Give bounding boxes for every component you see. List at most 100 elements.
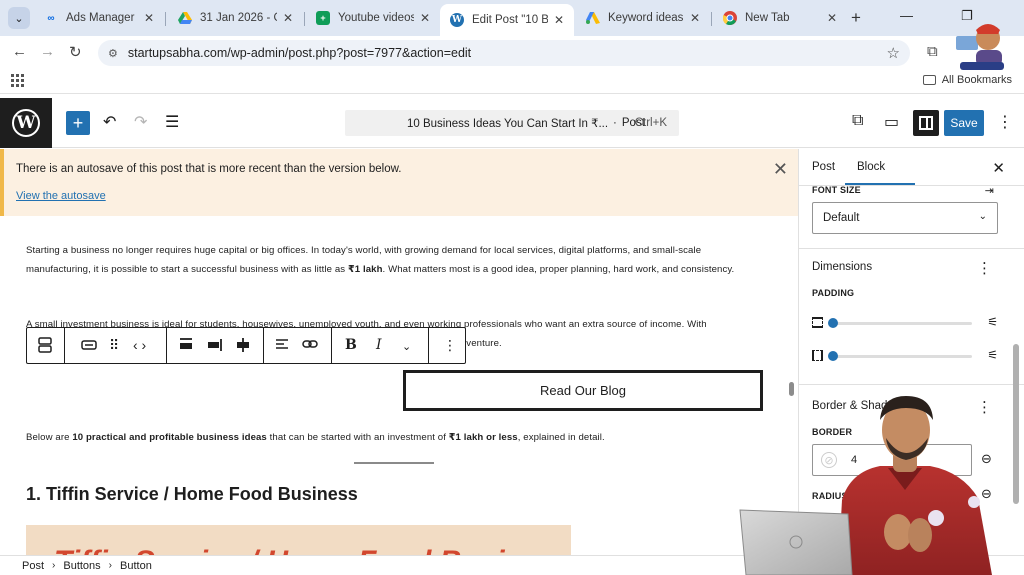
forward-arrow-icon[interactable]: → — [40, 43, 55, 60]
block-inserter-button[interactable]: + — [66, 111, 90, 135]
device-preview-icon[interactable]: ▭ — [884, 112, 899, 132]
breadcrumb-post[interactable]: Post — [22, 560, 44, 572]
options-kebab-icon[interactable]: ⋮ — [997, 112, 1013, 132]
close-icon[interactable]: ✕ — [773, 159, 788, 180]
view-autosave-link[interactable]: View the autosave — [16, 190, 106, 202]
justify-right-icon[interactable] — [207, 337, 223, 356]
read-our-blog-button[interactable]: Read Our Blog — [403, 370, 763, 411]
all-bookmarks-button[interactable]: All Bookmarks — [922, 74, 1012, 86]
new-tab-button[interactable]: + — [851, 8, 861, 28]
unlink-sides-icon[interactable]: ⚟ — [987, 348, 998, 362]
back-arrow-icon[interactable]: ← — [12, 43, 27, 60]
folder-icon — [922, 75, 936, 85]
text-align-icon[interactable] — [275, 337, 289, 354]
notice-message: There is an autosave of this post that i… — [16, 163, 402, 175]
browser-tab[interactable]: ∞ Ads Manager - Ma ✕ — [34, 4, 164, 32]
url-text: startupsabha.com/wp-admin/post.php?post=… — [127, 46, 472, 60]
toolbar-group-format: B I ⌄ — [332, 328, 429, 363]
more-formats-chevron-icon[interactable]: ⌄ — [402, 339, 411, 355]
apps-grid-icon[interactable] — [11, 74, 24, 87]
close-tab-icon[interactable]: ✕ — [827, 11, 837, 25]
paragraph-text: . What matters most is a good idea, prop… — [382, 264, 735, 275]
command-palette-bar[interactable]: 10 Business Ideas You Can Start In ₹... … — [345, 110, 679, 136]
tab-separator — [304, 12, 305, 26]
view-post-icon[interactable]: ⧉ — [852, 112, 863, 130]
site-info-icon[interactable]: ⚙ — [108, 47, 118, 60]
paragraph-text: that can be started with an investment o… — [266, 432, 449, 443]
all-bookmarks-label: All Bookmarks — [941, 74, 1012, 86]
close-tab-icon[interactable]: ✕ — [144, 11, 154, 25]
button-block-icon[interactable] — [81, 337, 97, 356]
move-arrows-icon[interactable]: ‹ › — [133, 337, 146, 353]
close-tab-icon[interactable]: ✕ — [554, 13, 564, 27]
reload-icon[interactable]: ↻ — [69, 43, 82, 61]
breadcrumb-buttons[interactable]: Buttons — [63, 560, 100, 572]
browser-tab[interactable]: + Youtube videos co ✕ — [306, 4, 440, 32]
autosave-notice: There is an autosave of this post that i… — [0, 149, 798, 216]
google-sheets-icon: + — [316, 11, 330, 25]
minimize-icon[interactable]: — — [900, 8, 913, 23]
chevron-down-icon: ⌄ — [14, 12, 24, 25]
tab-separator — [711, 12, 712, 26]
toolbar-group-options: ⋮ — [429, 328, 466, 363]
undo-icon[interactable]: ↶ — [103, 112, 116, 132]
settings-sidebar-toggle[interactable] — [913, 110, 939, 136]
close-tab-icon[interactable]: ✕ — [690, 11, 700, 25]
heading-block[interactable]: 1. Tiffin Service / Home Food Business — [26, 484, 358, 505]
save-button[interactable]: Save — [944, 110, 984, 136]
extensions-icon[interactable]: ⧉ — [927, 43, 938, 60]
wordpress-logo-button[interactable]: W — [0, 98, 52, 148]
tab-title: Youtube videos co — [338, 12, 414, 24]
browser-tab-active[interactable]: W Edit Post "10 Busin ✕ — [440, 4, 574, 36]
image-block[interactable]: Tiffin Service / Home Food Busi — [26, 525, 571, 555]
redo-icon[interactable]: ↷ — [134, 112, 147, 132]
link-icon[interactable] — [302, 337, 318, 354]
address-bar-row: ← → ↻ ⚙ startupsabha.com/wp-admin/post.p… — [0, 36, 1024, 68]
font-size-select[interactable]: Default ⌄ — [812, 202, 998, 234]
italic-icon[interactable]: I — [376, 337, 382, 353]
font-size-value: Default — [823, 212, 860, 224]
paragraph-block[interactable]: Below are 10 practical and profitable bu… — [26, 428, 766, 447]
close-tab-icon[interactable]: ✕ — [283, 11, 293, 25]
tab-separator — [165, 12, 166, 26]
paragraph-bold-text: ₹1 lakh — [347, 264, 383, 275]
tab-block[interactable]: Block — [844, 161, 916, 185]
padding-horizontal-icon — [812, 350, 823, 361]
block-options-kebab-icon[interactable]: ⋮ — [443, 337, 457, 353]
document-overview-icon[interactable]: ☰ — [165, 112, 179, 132]
padding-horizontal-slider[interactable]: ⚟ — [812, 348, 998, 364]
profile-avatar[interactable] — [954, 16, 1010, 72]
dimensions-options-kebab-icon[interactable]: ⋮ — [977, 259, 992, 277]
justify-center-icon[interactable] — [235, 337, 251, 356]
drag-handle-icon[interactable]: ⠿ — [109, 337, 119, 353]
tab-title: Ads Manager - Ma — [66, 12, 138, 24]
close-icon[interactable]: ✕ — [992, 159, 1005, 177]
paragraph-block[interactable]: Starting a business no longer requires h… — [26, 241, 766, 279]
separator-block[interactable] — [354, 462, 434, 464]
tab-search-button[interactable]: ⌄ — [8, 7, 30, 29]
url-field[interactable]: ⚙ startupsabha.com/wp-admin/post.php?pos… — [98, 40, 910, 66]
separator-dot: · — [613, 117, 617, 129]
google-drive-icon — [178, 11, 192, 25]
browser-tab[interactable]: New Tab ✕ — [713, 4, 847, 32]
chevron-down-icon: ⌄ — [978, 211, 987, 222]
padding-vertical-icon — [812, 317, 823, 328]
justify-full-icon[interactable] — [179, 337, 193, 356]
bold-icon[interactable]: B — [345, 337, 357, 353]
tab-post[interactable]: Post — [812, 161, 835, 173]
select-parent-buttons-icon[interactable] — [38, 337, 52, 356]
padding-vertical-slider[interactable]: ⚟ — [812, 315, 998, 331]
slider-thumb[interactable] — [828, 318, 838, 328]
close-tab-icon[interactable]: ✕ — [420, 11, 430, 25]
browser-tab[interactable]: 31 Jan 2026 - Goo ✕ — [168, 4, 303, 32]
paragraph-block-tail[interactable]: itable venture. — [440, 334, 640, 353]
image-text: Tiffin Service / Home Food Busi — [54, 545, 505, 555]
bookmark-star-icon[interactable]: ☆ — [887, 44, 900, 62]
breadcrumb-button[interactable]: Button — [120, 560, 152, 572]
font-size-options-icon[interactable]: ⇥ — [985, 184, 994, 197]
browser-tab[interactable]: Keyword ideas - M ✕ — [576, 4, 710, 32]
unlink-sides-icon[interactable]: ⚟ — [987, 315, 998, 329]
toolbar-group-justify — [167, 328, 264, 363]
slider-thumb[interactable] — [828, 351, 838, 361]
editor-header: W + ↶ ↷ ☰ 10 Business Ideas You Can Star… — [0, 98, 1024, 148]
